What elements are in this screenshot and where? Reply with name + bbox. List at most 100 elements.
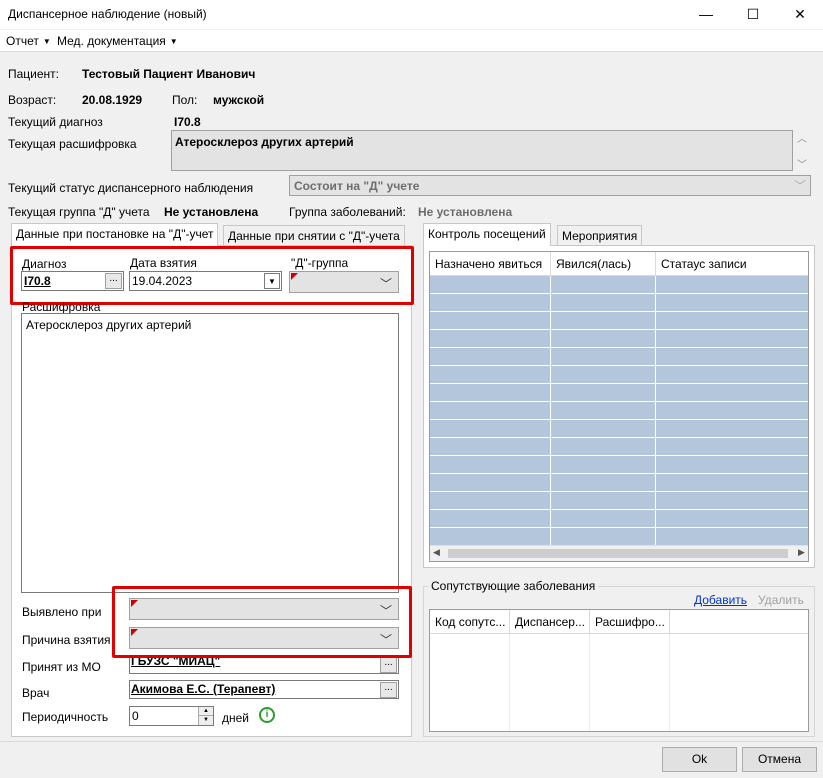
cell-divider	[550, 312, 551, 330]
highlight-box-top	[10, 246, 414, 305]
table-row[interactable]	[430, 438, 808, 456]
table-row[interactable]	[430, 528, 808, 546]
current-decoding-value: Атеросклероз других артерий	[175, 135, 354, 149]
table-row[interactable]	[430, 348, 808, 366]
highlight-box-bottom	[112, 586, 412, 658]
cancel-button[interactable]: Отмена	[742, 747, 817, 772]
window-title: Диспансерное наблюдение (новый)	[8, 7, 207, 21]
period-stepper[interactable]: 0 ▲ ▼	[129, 706, 214, 726]
mo-field[interactable]: ГБУЗС "МИАЦ" ...	[129, 654, 399, 674]
table-row[interactable]	[430, 474, 808, 492]
period-up-button[interactable]: ▲	[198, 707, 213, 716]
ok-button[interactable]: Ok	[662, 747, 737, 772]
table-row[interactable]	[430, 402, 808, 420]
cell-divider	[655, 528, 656, 546]
cell-divider	[550, 510, 551, 528]
cell-divider	[550, 366, 551, 384]
disease-group-label: Группа заболеваний:	[289, 205, 406, 219]
title-bar: Диспансерное наблюдение (новый) — ☐ ✕	[0, 0, 823, 30]
reason-label: Причина взятия	[22, 633, 111, 647]
current-decoding-label: Текущая расшифровка	[8, 137, 137, 151]
cell-divider	[655, 366, 656, 384]
tab-deregistration-label: Данные при снятии с "Д"-учета	[228, 229, 400, 243]
tab-deregistration[interactable]: Данные при снятии с "Д"-учета	[223, 225, 405, 246]
cell-divider	[550, 438, 551, 456]
cell-divider	[550, 384, 551, 402]
dots-icon: ...	[384, 682, 393, 693]
close-icon: ✕	[794, 6, 806, 22]
comorbid-col-dispensary[interactable]: Диспансер...	[510, 610, 590, 634]
cell-divider	[550, 402, 551, 420]
minimize-button[interactable]: —	[683, 0, 729, 30]
table-row[interactable]	[430, 294, 808, 312]
chevron-down-icon: ﹀	[793, 179, 806, 193]
visits-col-scheduled-label: Назначено явиться	[435, 257, 543, 271]
decoding-textarea[interactable]: Атеросклероз других артерий	[21, 313, 399, 593]
visits-hscrollbar[interactable]: ◀ ▶	[430, 545, 808, 561]
table-row[interactable]	[430, 510, 808, 528]
info-icon[interactable]: i	[259, 707, 275, 723]
mo-label: Принят из МО	[22, 660, 101, 674]
current-diag-label: Текущий диагноз	[8, 115, 103, 129]
doctor-field[interactable]: Акимова Е.С. (Терапевт) ...	[129, 680, 399, 699]
sex-value: мужской	[213, 93, 265, 107]
visits-col-status[interactable]: Статаус записи	[656, 252, 808, 276]
cell-divider	[550, 330, 551, 348]
table-row[interactable]	[430, 420, 808, 438]
cell-divider	[655, 456, 656, 474]
cell-divider	[550, 420, 551, 438]
comorbid-col-code[interactable]: Код сопутс...	[430, 610, 510, 634]
comorbid-col-decoding[interactable]: Расшифро...	[590, 610, 670, 634]
comorbid-col-code-label: Код сопутс...	[435, 615, 506, 629]
visits-col-scheduled[interactable]: Назначено явиться	[430, 252, 551, 276]
tab-registration-label: Данные при постановке на "Д"-учет	[16, 227, 214, 241]
table-row[interactable]	[430, 492, 808, 510]
menu-report[interactable]: Отчет ▼	[6, 34, 51, 48]
decoding-text: Атеросклероз других артерий	[26, 318, 192, 332]
maximize-button[interactable]: ☐	[730, 0, 776, 30]
remove-comorbid-link[interactable]: Удалить	[758, 593, 804, 607]
current-diag-value: I70.8	[174, 115, 201, 129]
hscroll-thumb[interactable]	[448, 549, 788, 558]
comorbid-title: Сопутствующие заболевания	[428, 579, 599, 593]
cancel-button-label: Отмена	[757, 752, 802, 766]
period-down-button[interactable]: ▼	[198, 716, 213, 725]
maximize-icon: ☐	[746, 6, 760, 22]
sex-label: Пол:	[172, 93, 198, 107]
visits-col-status-label: Статаус записи	[661, 257, 747, 271]
comorbid-grid[interactable]: Код сопутс... Диспансер... Расшифро...	[429, 609, 809, 732]
caret-down-icon: ▼	[42, 37, 51, 46]
visits-grid-header: Назначено явиться Явился(лась) Статаус з…	[430, 252, 808, 276]
cell-divider	[655, 294, 656, 312]
cell-divider	[655, 474, 656, 492]
cell-divider	[550, 474, 551, 492]
decoding-scrollbar[interactable]: ︿ ﹀	[795, 130, 809, 171]
period-label: Периодичность	[22, 710, 109, 724]
visits-col-attended[interactable]: Явился(лась)	[551, 252, 656, 276]
table-row[interactable]	[430, 456, 808, 474]
tab-registration[interactable]: Данные при постановке на "Д"-учет	[11, 223, 219, 246]
table-row[interactable]	[430, 330, 808, 348]
table-row[interactable]	[430, 312, 808, 330]
cell-divider	[550, 294, 551, 312]
table-row[interactable]	[430, 384, 808, 402]
cell-divider	[655, 420, 656, 438]
disease-group-value: Не установлена	[418, 205, 513, 219]
cell-divider	[655, 312, 656, 330]
cell-divider	[550, 528, 551, 546]
table-row[interactable]	[430, 366, 808, 384]
add-comorbid-link[interactable]: Добавить	[694, 593, 747, 607]
visits-grid[interactable]: Назначено явиться Явился(лась) Статаус з…	[429, 251, 809, 562]
mo-select-button[interactable]: ...	[380, 657, 397, 673]
visits-col-attended-label: Явился(лась)	[556, 257, 632, 271]
tab-activities[interactable]: Мероприятия	[557, 225, 643, 246]
bottom-divider	[0, 741, 823, 742]
doctor-select-button[interactable]: ...	[380, 682, 397, 698]
table-row[interactable]	[430, 276, 808, 294]
menu-med-docs[interactable]: Мед. документация ▼	[57, 34, 178, 48]
scroll-right-icon: ▶	[798, 547, 805, 557]
status-value: Состоит на "Д" учете	[294, 179, 420, 193]
close-button[interactable]: ✕	[777, 0, 823, 30]
tab-visit-control[interactable]: Контроль посещений	[423, 223, 551, 246]
cell-divider	[655, 402, 656, 420]
